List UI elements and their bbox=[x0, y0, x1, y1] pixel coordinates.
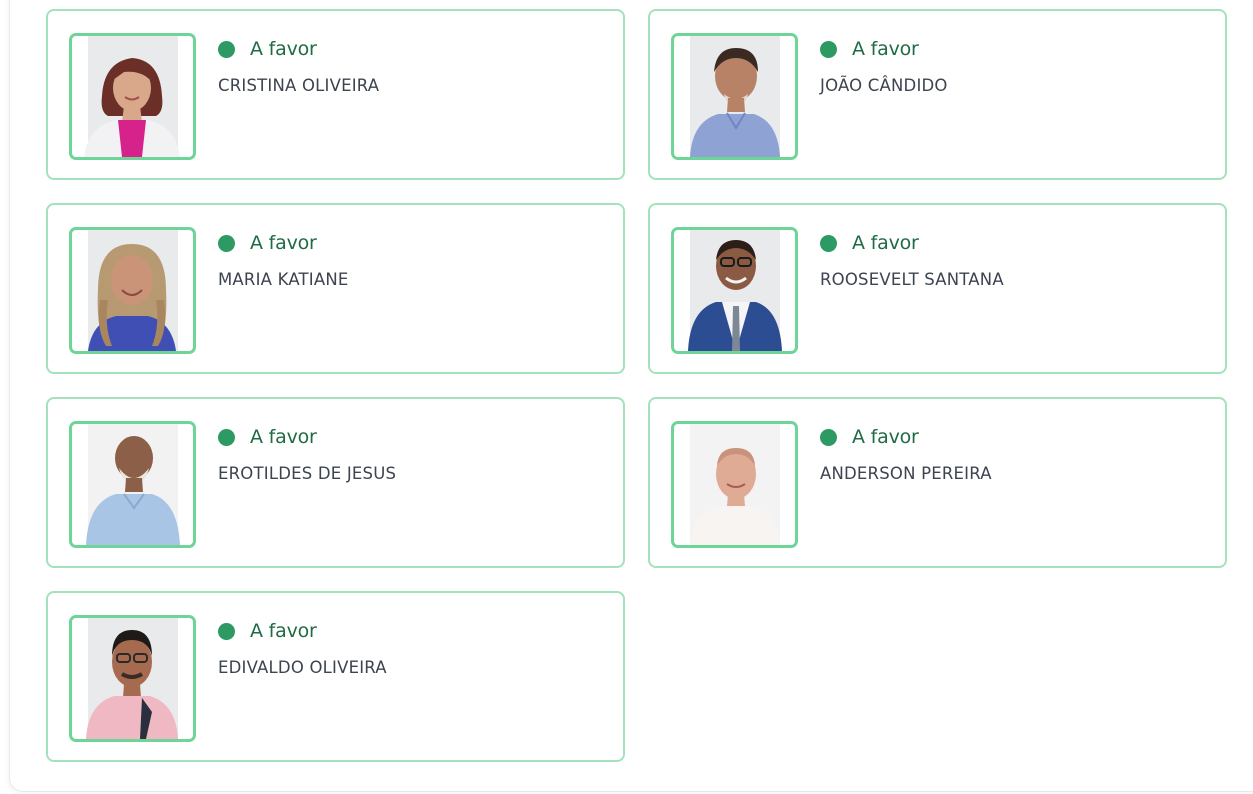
vote-status: A favor bbox=[820, 37, 919, 61]
councilor-photo bbox=[671, 421, 798, 548]
portrait-man-light-shirt bbox=[86, 436, 180, 545]
portrait-man-blue-shirt bbox=[690, 48, 780, 157]
portrait-woman-blue bbox=[88, 244, 176, 351]
vote-status-label: A favor bbox=[852, 38, 919, 60]
green-dot-icon bbox=[820, 234, 837, 252]
vote-card: A favor MARIA KATIANE bbox=[46, 203, 625, 374]
green-dot-icon bbox=[218, 40, 235, 58]
green-dot-icon bbox=[820, 428, 837, 446]
councilor-name: EROTILDES DE JESUS bbox=[218, 464, 397, 483]
councilor-photo bbox=[69, 227, 196, 354]
vote-status: A favor bbox=[218, 37, 317, 61]
portrait-man-white-shirt bbox=[690, 448, 780, 545]
councilor-name: JOÃO CÂNDIDO bbox=[820, 76, 948, 95]
vote-status: A favor bbox=[218, 231, 317, 255]
councilor-photo bbox=[69, 615, 196, 742]
vote-card: A favor JOÃO CÂNDIDO bbox=[648, 9, 1227, 180]
vote-card: A favor ROOSEVELT SANTANA bbox=[648, 203, 1227, 374]
councilor-photo bbox=[69, 33, 196, 160]
vote-status-label: A favor bbox=[250, 620, 317, 642]
vote-status-label: A favor bbox=[250, 232, 317, 254]
vote-status-label: A favor bbox=[852, 426, 919, 448]
portrait-woman-pink bbox=[84, 58, 180, 157]
councilor-photo bbox=[69, 421, 196, 548]
vote-card: A favor ANDERSON PEREIRA bbox=[648, 397, 1227, 568]
green-dot-icon bbox=[218, 622, 235, 640]
portrait-man-pink-shirt bbox=[86, 630, 178, 739]
vote-card: A favor CRISTINA OLIVEIRA bbox=[46, 9, 625, 180]
councilor-photo bbox=[671, 227, 798, 354]
councilor-name: ROOSEVELT SANTANA bbox=[820, 270, 1004, 289]
councilor-photo bbox=[671, 33, 798, 160]
green-dot-icon bbox=[820, 40, 837, 58]
vote-status-label: A favor bbox=[250, 38, 317, 60]
green-dot-icon bbox=[218, 428, 235, 446]
vote-status: A favor bbox=[218, 425, 317, 449]
vote-status-label: A favor bbox=[250, 426, 317, 448]
councilor-name: CRISTINA OLIVEIRA bbox=[218, 76, 380, 95]
portrait-man-suit bbox=[688, 240, 782, 351]
green-dot-icon bbox=[218, 234, 235, 252]
vote-status: A favor bbox=[820, 425, 919, 449]
vote-status: A favor bbox=[820, 231, 919, 255]
vote-card: A favor EDIVALDO OLIVEIRA bbox=[46, 591, 625, 762]
vote-status-label: A favor bbox=[852, 232, 919, 254]
councilor-name: EDIVALDO OLIVEIRA bbox=[218, 658, 387, 677]
vote-status: A favor bbox=[218, 619, 317, 643]
vote-card: A favor EROTILDES DE JESUS bbox=[46, 397, 625, 568]
councilor-name: ANDERSON PEREIRA bbox=[820, 464, 992, 483]
councilor-name: MARIA KATIANE bbox=[218, 270, 349, 289]
